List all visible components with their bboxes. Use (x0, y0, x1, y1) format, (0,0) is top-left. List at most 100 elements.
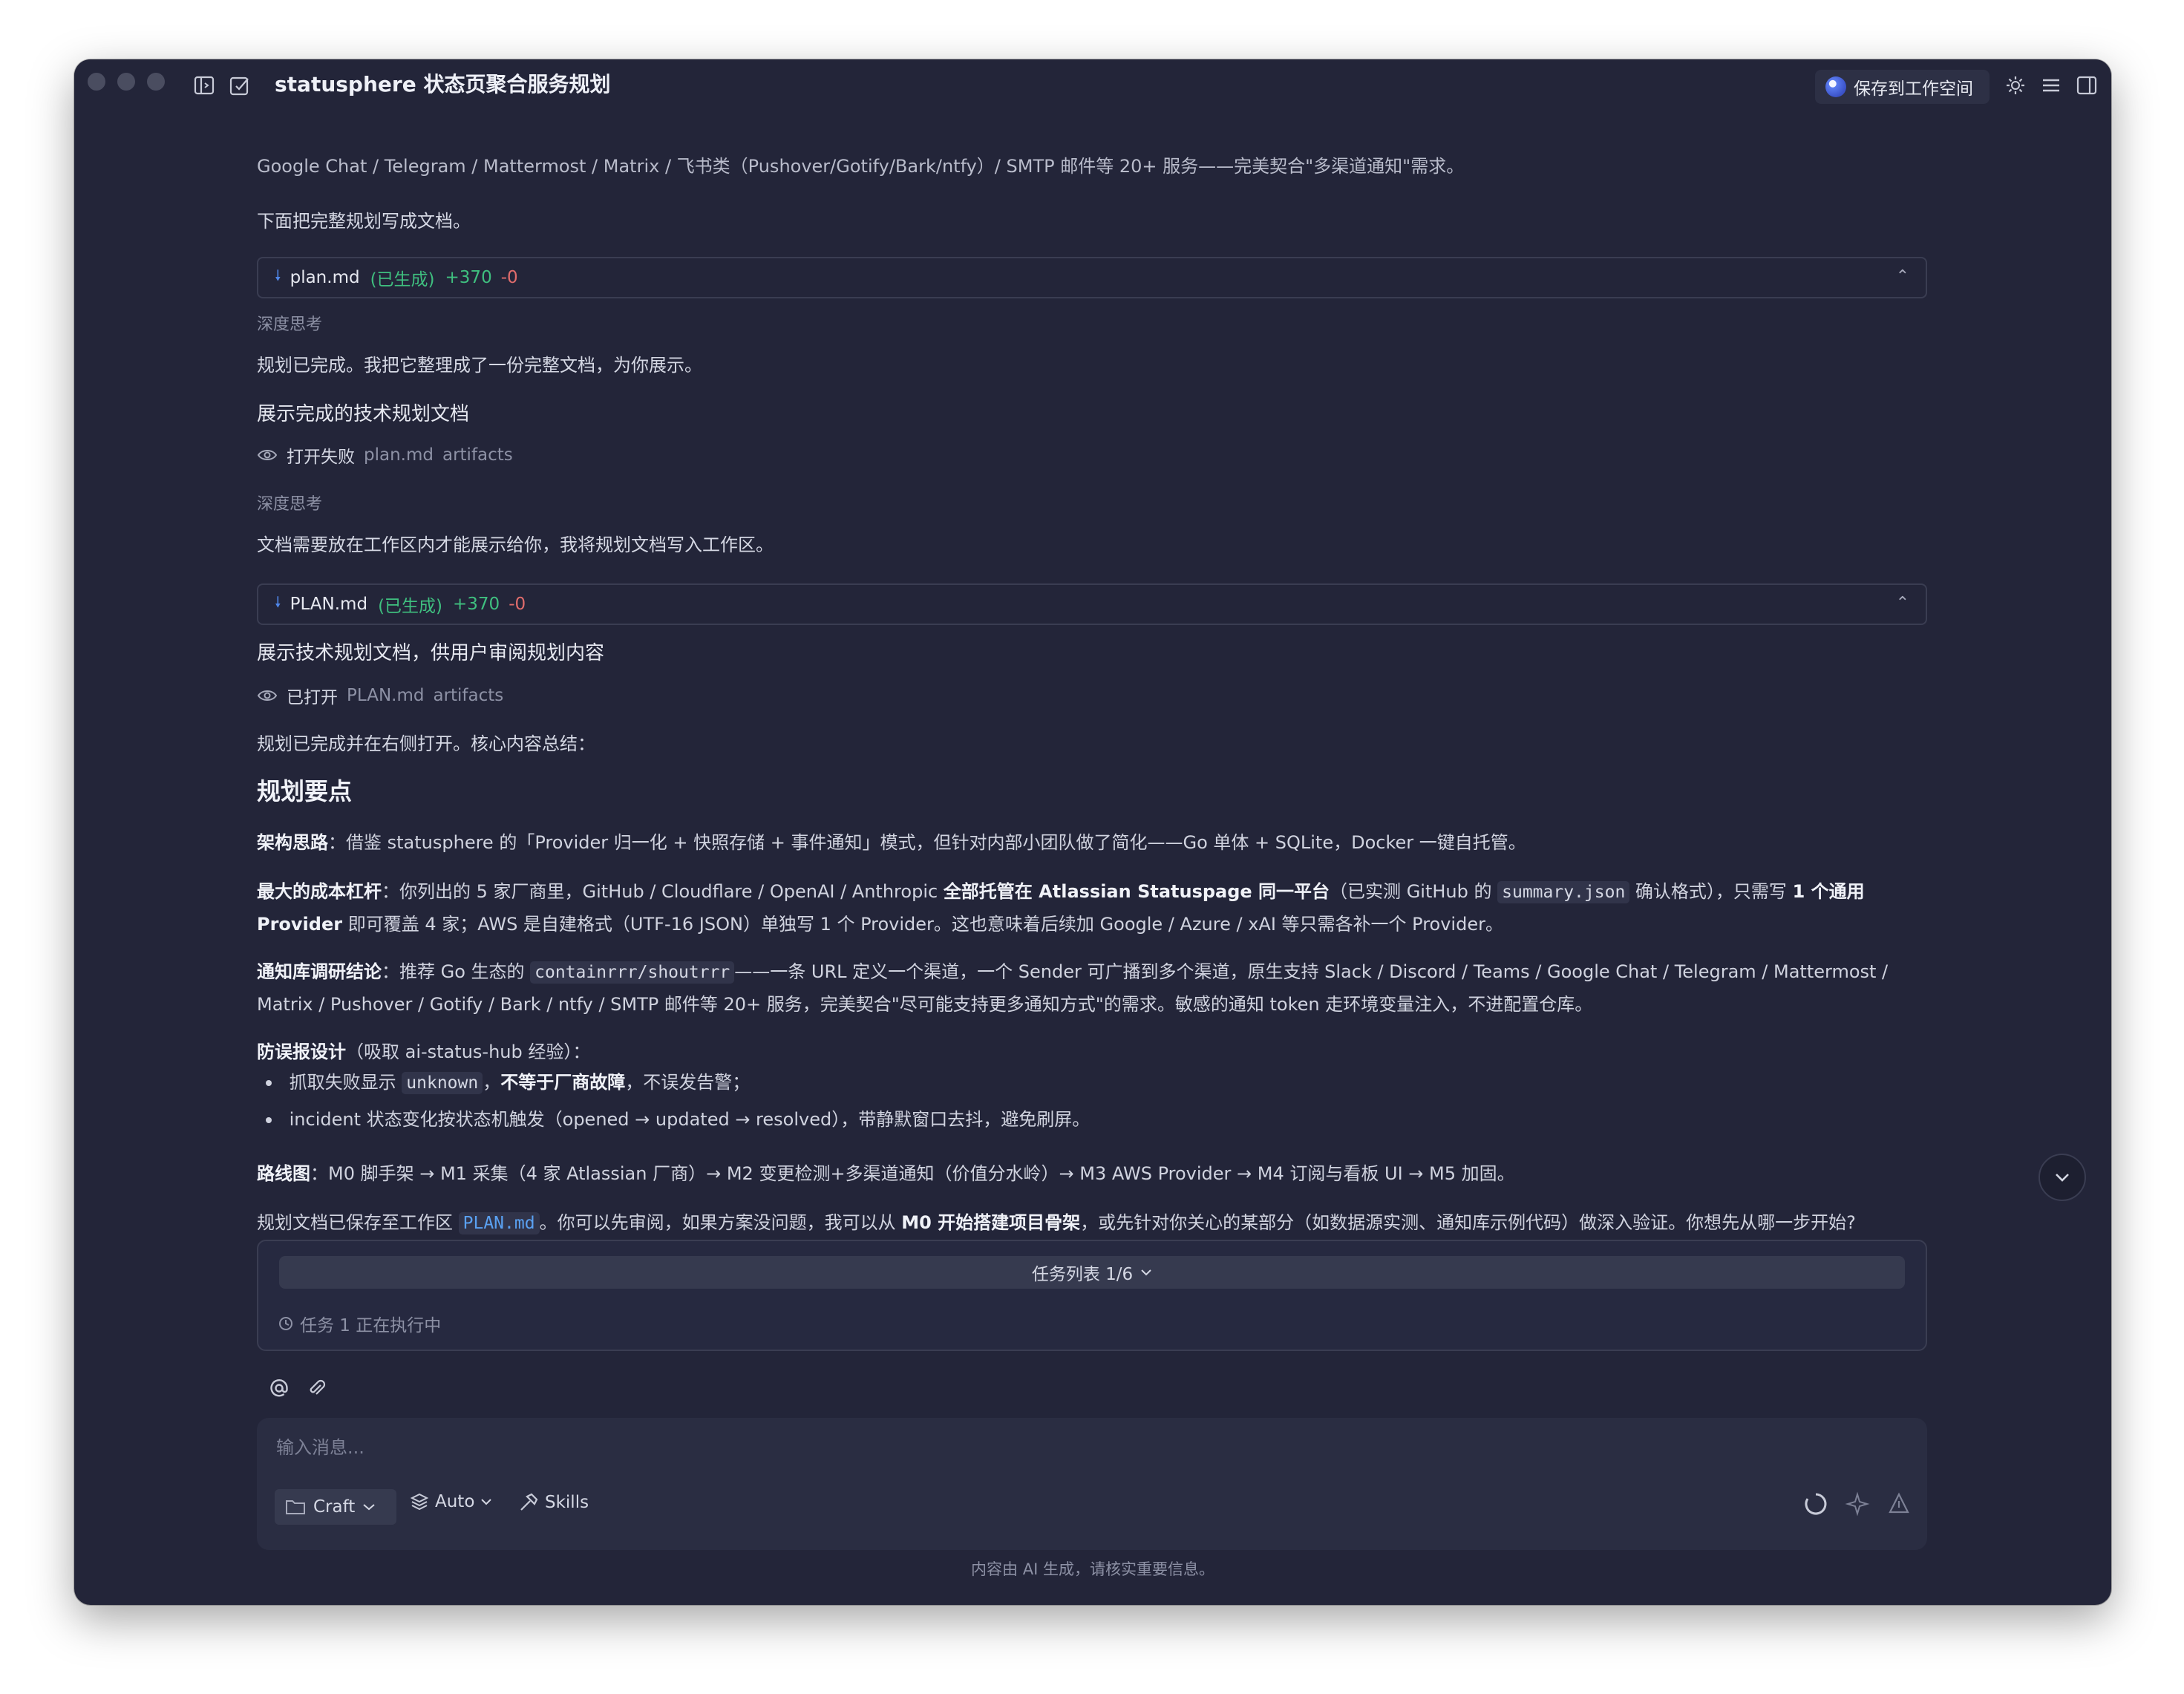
sparkle-icon[interactable] (1844, 1491, 1871, 1517)
action-title: 展示完成的技术规划文档 (257, 403, 470, 425)
title-bar: statusphere 状态页聚合服务规划 保存到工作空间 (74, 59, 2111, 111)
thinking-label: 深度思考 (257, 495, 323, 514)
attachment-icon[interactable] (306, 1378, 327, 1399)
file-download-icon: 🠗 (275, 266, 281, 284)
cost-paragraph: 最大的成本杠杆：你列出的 5 家厂商里，GitHub / Cloudflare … (257, 876, 1927, 941)
right-panel-toggle-icon[interactable] (2076, 74, 2098, 97)
skills-label: Skills (545, 1493, 589, 1512)
mention-icon[interactable] (269, 1378, 290, 1399)
settings-gear-icon[interactable] (2004, 74, 2027, 97)
send-icon[interactable] (1886, 1491, 1912, 1517)
cost-label: 最大的成本杠杆 (257, 881, 382, 902)
sidebar-toggle-icon[interactable] (193, 74, 215, 97)
action-title: 展示技术规划文档，供用户审阅规划内容 (257, 642, 605, 664)
thinking-label: 深度思考 (257, 315, 323, 334)
open-status-label: 已打开 (287, 688, 338, 707)
chevron-down-icon (2056, 1174, 2069, 1182)
roadmap-label: 路线图 (257, 1163, 310, 1184)
summary-intro: 规划已完成并在右侧打开。核心内容总结： (257, 733, 595, 754)
window-title: statusphere 状态页聚合服务规划 (275, 72, 611, 97)
open-file-kind: artifacts (433, 686, 504, 705)
clock-icon (279, 1317, 292, 1330)
notify-label: 通知库调研结论 (257, 961, 382, 982)
save-to-workspace-label: 保存到工作空间 (1854, 79, 1973, 99)
arch-paragraph: 架构思路：借鉴 statusphere 的「Provider 归一化 + 快照存… (257, 827, 1927, 859)
task-list-label: 任务列表 1/6 (1031, 1265, 1134, 1284)
fp-label: 防误报设计 (257, 1041, 346, 1062)
roadmap-paragraph: 路线图：M0 脚手架 → M1 采集（4 家 Atlassian 厂商）→ M2… (257, 1158, 1927, 1190)
minimize-window-button[interactable] (117, 73, 135, 91)
open-file-name: PLAN.md (347, 686, 425, 705)
layers-icon (410, 1493, 429, 1511)
message-input[interactable]: 输入消息... (276, 1433, 364, 1459)
closing-text-2: 。你可以先审阅，如果方案没问题，我可以从 (539, 1212, 902, 1233)
scroll-to-bottom-button[interactable] (2038, 1154, 2086, 1201)
loading-spinner-icon (1805, 1493, 1827, 1515)
eye-icon (257, 450, 278, 460)
file-status: (已生成) (378, 597, 443, 616)
model-selector[interactable]: Auto (410, 1492, 492, 1511)
inline-code: containrrr/shoutrrr (530, 961, 735, 984)
lines-added: +370 (453, 595, 500, 614)
list-item: 抓取失败显示 unknown ，不等于厂商故障，不误发告警； (266, 1067, 750, 1098)
expand-chevron-icon[interactable]: ⌃ (1896, 267, 1909, 286)
cost-text-2: （已实测 GitHub 的 (1330, 881, 1498, 902)
cost-text-4: 即可覆盖 4 家；AWS 是自建格式（UTF-16 JSON）单独写 1 个 P… (342, 914, 1503, 935)
artifact-open-status[interactable]: 打开失败 plan.md artifacts (257, 442, 513, 468)
cost-bold-1: 全部托管在 Atlassian Statuspage 同一平台 (943, 881, 1330, 902)
task-panel: 任务列表 1/6 任务 1 正在执行中 (257, 1240, 1927, 1351)
folder-icon (286, 1500, 305, 1514)
cost-text-3: 确认格式），只需写 (1629, 881, 1793, 902)
false-positive-paragraph: 防误报设计（吸取 ai-status-hub 经验）： (257, 1036, 1927, 1068)
open-file-name: plan.md (364, 445, 434, 465)
bullet-text: ，不误发告警； (625, 1072, 751, 1093)
close-window-button[interactable] (88, 73, 105, 91)
bullet-text: ， (483, 1072, 501, 1093)
cost-text-1: ：你列出的 5 家厂商里，GitHub / Cloudflare / OpenA… (382, 881, 944, 902)
task-status-label: 任务 1 正在执行中 (300, 1316, 442, 1335)
closing-text-1: 规划文档已保存至工作区 (257, 1212, 459, 1233)
task-list-toggle[interactable]: 任务列表 1/6 (279, 1256, 1905, 1289)
file-name: PLAN.md (290, 595, 368, 614)
zoom-window-button[interactable] (147, 73, 165, 91)
bullet-text: 抓取失败显示 (289, 1072, 402, 1093)
hammer-icon (520, 1493, 538, 1511)
assistant-message: 文档需要放在工作区内才能展示给你，我将规划文档写入工作区。 (257, 534, 774, 555)
inline-code: unknown (402, 1072, 483, 1094)
notify-paragraph: 通知库调研结论：推荐 Go 生态的 containrrr/shoutrrr ——一… (257, 956, 1927, 1021)
lines-added: +370 (445, 268, 492, 287)
skills-button[interactable]: Skills (518, 1492, 589, 1513)
eye-icon (257, 690, 278, 701)
task-status: 任务 1 正在执行中 (278, 1311, 441, 1336)
chevron-down-icon (481, 1499, 492, 1505)
closing-paragraph: 规划文档已保存至工作区 PLAN.md 。你可以先审阅，如果方案没问题，我可以从 … (257, 1207, 1927, 1240)
roadmap-text: ：M0 脚手架 → M1 采集（4 家 Atlassian 厂商）→ M2 变更… (310, 1163, 1515, 1184)
expand-chevron-icon[interactable]: ⌃ (1896, 594, 1909, 612)
mode-label: Craft (313, 1497, 356, 1517)
chevron-down-icon (1141, 1269, 1151, 1276)
bullet-text: incident 状态变化按状态机触发（opened → updated → r… (289, 1109, 1091, 1130)
assistant-message: 规划已完成。我把它整理成了一份完整文档，为你展示。 (257, 355, 702, 376)
artifact-open-status[interactable]: 已打开 PLAN.md artifacts (257, 683, 503, 708)
fp-text: （吸取 ai-status-hub 经验）： (346, 1041, 591, 1062)
list-item: incident 状态变化按状态机触发（opened → updated → r… (266, 1105, 1091, 1134)
new-chat-icon[interactable] (229, 74, 251, 97)
open-file-kind: artifacts (442, 445, 513, 465)
clipped-text-line: Google Chat / Telegram / Mattermost / Ma… (257, 156, 1465, 177)
chevron-down-icon (363, 1504, 375, 1511)
lines-removed: -0 (500, 268, 518, 287)
save-to-workspace-button[interactable]: 保存到工作空间 (1815, 70, 1990, 104)
file-card-plan[interactable]: 🠗 plan.md (已生成) +370 -0 ⌃ (257, 257, 1927, 298)
model-label: Auto (435, 1492, 475, 1511)
window-controls (88, 73, 165, 91)
app-window: statusphere 状态页聚合服务规划 保存到工作空间 Google Cha… (74, 59, 2111, 1605)
file-name: plan.md (290, 268, 360, 287)
arch-text: ：借鉴 statusphere 的「Provider 归一化 + 快照存储 + … (328, 832, 1526, 853)
plan-file-link[interactable]: PLAN.md (458, 1212, 540, 1234)
mode-selector[interactable]: Craft (275, 1489, 396, 1525)
open-status-label: 打开失败 (287, 448, 355, 467)
workspace-icon (1825, 76, 1846, 97)
menu-icon[interactable] (2040, 74, 2062, 97)
file-card-plan-upper[interactable]: 🠗 PLAN.md (已生成) +370 -0 ⌃ (257, 583, 1927, 625)
ai-disclaimer: 内容由 AI 生成，请核实重要信息。 (971, 1560, 1214, 1578)
